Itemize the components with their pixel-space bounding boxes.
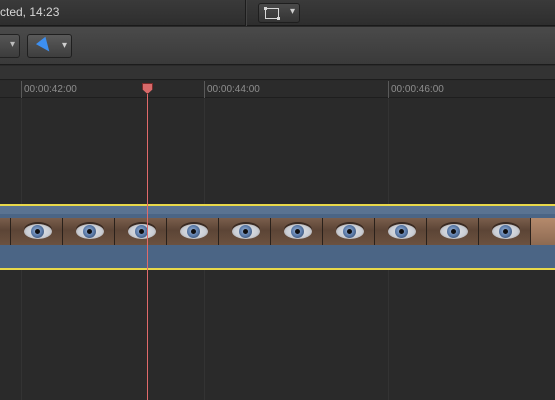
eye-thumbnail (87, 229, 92, 234)
filmstrip-frame (219, 218, 271, 245)
playhead-line[interactable] (147, 92, 148, 400)
filmstrip-frame (375, 218, 427, 245)
eye-thumbnail (243, 229, 248, 234)
eye-thumbnail (399, 229, 404, 234)
timeline-toolbar: ▾ ▾ (0, 27, 555, 65)
eye-thumbnail (191, 229, 196, 234)
ruler-timecode: 00:00:46:00 (391, 84, 444, 95)
ruler-tick (21, 81, 22, 98)
filmstrip-frame (531, 218, 555, 245)
filmstrip-frame (271, 218, 323, 245)
video-clip[interactable] (0, 204, 555, 270)
eye-thumbnail (503, 229, 508, 234)
filmstrip-frame (479, 218, 531, 245)
crop-rectangle-icon (264, 7, 280, 20)
ruler-tick (388, 81, 389, 98)
arrow-pointer-icon (35, 36, 55, 56)
filmstrip-frame (115, 218, 167, 245)
timeline-ruler[interactable]: 00:00:42:00 00:00:44:00 00:00:46:00 (0, 81, 555, 98)
divider (245, 0, 247, 26)
ruler-timecode: 00:00:42:00 (24, 84, 77, 95)
clip-audio-band (0, 247, 555, 268)
filmstrip-frame (0, 218, 11, 245)
select-tool-button[interactable]: ▾ (27, 34, 72, 58)
clip-filmstrip (0, 218, 555, 245)
filmstrip-frame (63, 218, 115, 245)
filmstrip-frame (167, 218, 219, 245)
chevron-down-icon: ▾ (289, 6, 295, 17)
eye-thumbnail (295, 229, 300, 234)
clip-header (0, 206, 555, 214)
eye-thumbnail (347, 229, 352, 234)
filmstrip-frame (323, 218, 375, 245)
chevron-down-icon: ▾ (61, 40, 67, 51)
toolbar-menu-button[interactable]: ▾ (0, 34, 20, 58)
status-text: cted, 14:23 (0, 5, 60, 19)
timeline-area[interactable] (0, 99, 555, 400)
filmstrip-frame (427, 218, 479, 245)
eye-thumbnail (139, 229, 144, 234)
ruler-tick (204, 81, 205, 98)
chevron-down-icon: ▾ (9, 39, 15, 50)
eye-thumbnail (35, 229, 40, 234)
timeline-header-strip (0, 66, 555, 80)
top-status-bar: cted, 14:23 ▾ (0, 0, 555, 26)
filmstrip-frame (11, 218, 63, 245)
ruler-timecode: 00:00:44:00 (207, 84, 260, 95)
crop-menu-button[interactable]: ▾ (258, 3, 300, 23)
eye-thumbnail (451, 229, 456, 234)
